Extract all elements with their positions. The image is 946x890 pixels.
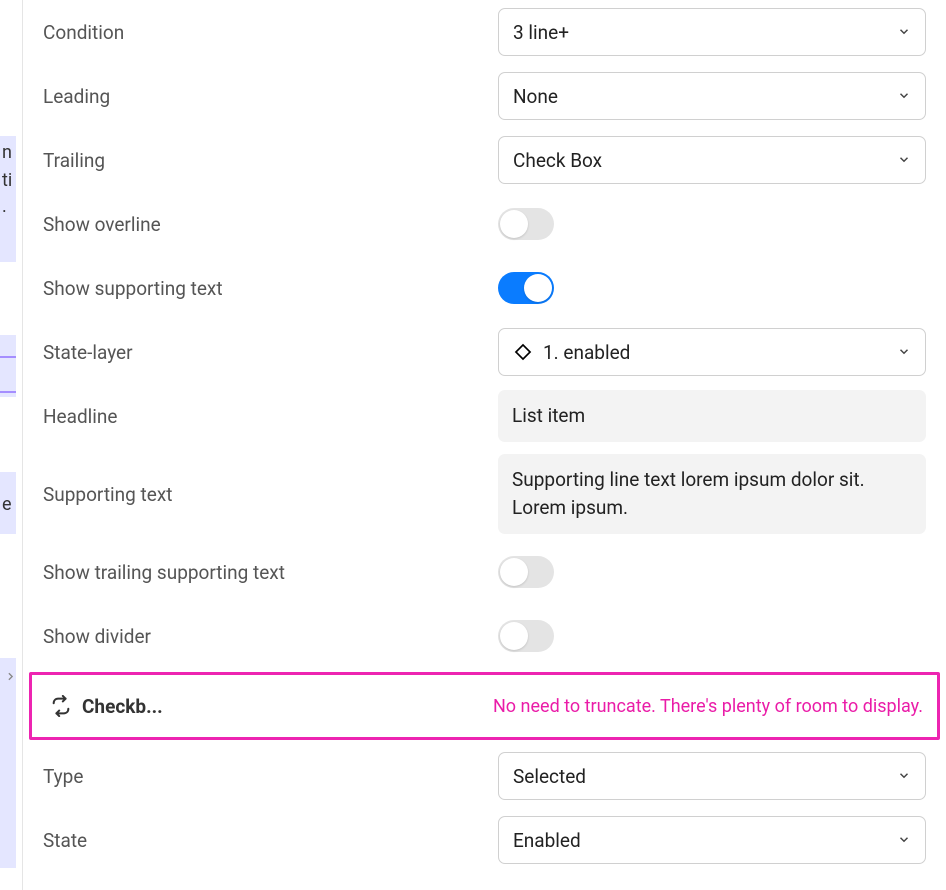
annotation-text: No need to truncate. There's plenty of r… xyxy=(493,696,923,717)
row-state: State Enabled xyxy=(23,808,946,872)
section-title: Checkb... xyxy=(82,695,163,718)
chevron-down-icon xyxy=(897,341,911,364)
label-show-overline: Show overline xyxy=(43,213,498,236)
label-condition: Condition xyxy=(43,21,498,44)
highlight-bar xyxy=(0,658,16,868)
properties-panel: Condition 3 line+ Leading None Trailing xyxy=(22,0,946,890)
row-show-trailing-supporting-text: Show trailing supporting text xyxy=(23,540,946,604)
toggle-show-trailing-supporting-text[interactable] xyxy=(498,556,554,588)
diamond-icon xyxy=(513,342,533,362)
input-value: List item xyxy=(512,404,585,427)
cropped-text: . xyxy=(2,196,16,217)
select-trailing[interactable]: Check Box xyxy=(498,136,926,184)
select-leading[interactable]: None xyxy=(498,72,926,120)
select-condition[interactable]: 3 line+ xyxy=(498,8,926,56)
row-leading: Leading None xyxy=(23,64,946,128)
toggle-knob xyxy=(500,210,528,238)
toggle-knob xyxy=(500,558,528,586)
chevron-down-icon xyxy=(897,765,911,788)
chevron-down-icon xyxy=(897,149,911,172)
toggle-show-supporting-text[interactable] xyxy=(498,272,554,304)
label-leading: Leading xyxy=(43,85,498,108)
cropped-text: ti xyxy=(2,170,16,191)
annotation-highlight-box: Checkb... No need to truncate. There's p… xyxy=(29,672,940,740)
label-state-layer: State-layer xyxy=(43,341,498,364)
select-value: Selected xyxy=(513,765,586,788)
row-condition: Condition 3 line+ xyxy=(23,0,946,64)
section-header-checkbox[interactable]: Checkb... No need to truncate. There's p… xyxy=(32,681,937,731)
select-state-layer[interactable]: 1. enabled xyxy=(498,328,926,376)
highlight-bar xyxy=(0,335,16,397)
chevron-down-icon xyxy=(897,85,911,108)
row-type: Type Selected xyxy=(23,744,946,808)
label-type: Type xyxy=(43,765,498,788)
toggle-knob xyxy=(524,274,552,302)
label-show-trailing-supporting-text: Show trailing supporting text xyxy=(43,561,498,584)
swap-icon xyxy=(50,695,72,717)
chevron-down-icon xyxy=(897,829,911,852)
toggle-knob xyxy=(500,622,528,650)
select-state[interactable]: Enabled xyxy=(498,816,926,864)
input-value: Supporting line text lorem ipsum dolor s… xyxy=(512,468,865,519)
label-show-divider: Show divider xyxy=(43,625,498,648)
label-supporting-text: Supporting text xyxy=(43,483,498,506)
row-headline: Headline List item xyxy=(23,384,946,448)
left-edge-strip: n ti . e xyxy=(0,0,22,890)
select-value: 1. enabled xyxy=(543,341,630,364)
label-state: State xyxy=(43,829,498,852)
cropped-text: n xyxy=(2,142,16,163)
collapse-chevron-icon[interactable] xyxy=(4,669,17,687)
row-state-layer: State-layer 1. enabled xyxy=(23,320,946,384)
row-trailing: Trailing Check Box xyxy=(23,128,946,192)
row-supporting-text: Supporting text Supporting line text lor… xyxy=(23,448,946,540)
select-value: 3 line+ xyxy=(513,21,569,44)
select-type[interactable]: Selected xyxy=(498,752,926,800)
toggle-show-divider[interactable] xyxy=(498,620,554,652)
divider-line xyxy=(0,391,16,393)
label-trailing: Trailing xyxy=(43,149,498,172)
row-show-supporting-text: Show supporting text xyxy=(23,256,946,320)
row-show-divider: Show divider xyxy=(23,604,946,668)
label-show-supporting-text: Show supporting text xyxy=(43,277,498,300)
input-headline[interactable]: List item xyxy=(498,390,926,442)
divider-line xyxy=(0,356,16,358)
label-headline: Headline xyxy=(43,405,498,428)
input-supporting-text[interactable]: Supporting line text lorem ipsum dolor s… xyxy=(498,454,926,533)
select-value: Check Box xyxy=(513,149,602,172)
chevron-down-icon xyxy=(897,21,911,44)
select-value: None xyxy=(513,85,558,108)
cropped-text: e xyxy=(2,494,16,515)
row-show-overline: Show overline xyxy=(23,192,946,256)
select-value: Enabled xyxy=(513,829,581,852)
toggle-show-overline[interactable] xyxy=(498,208,554,240)
